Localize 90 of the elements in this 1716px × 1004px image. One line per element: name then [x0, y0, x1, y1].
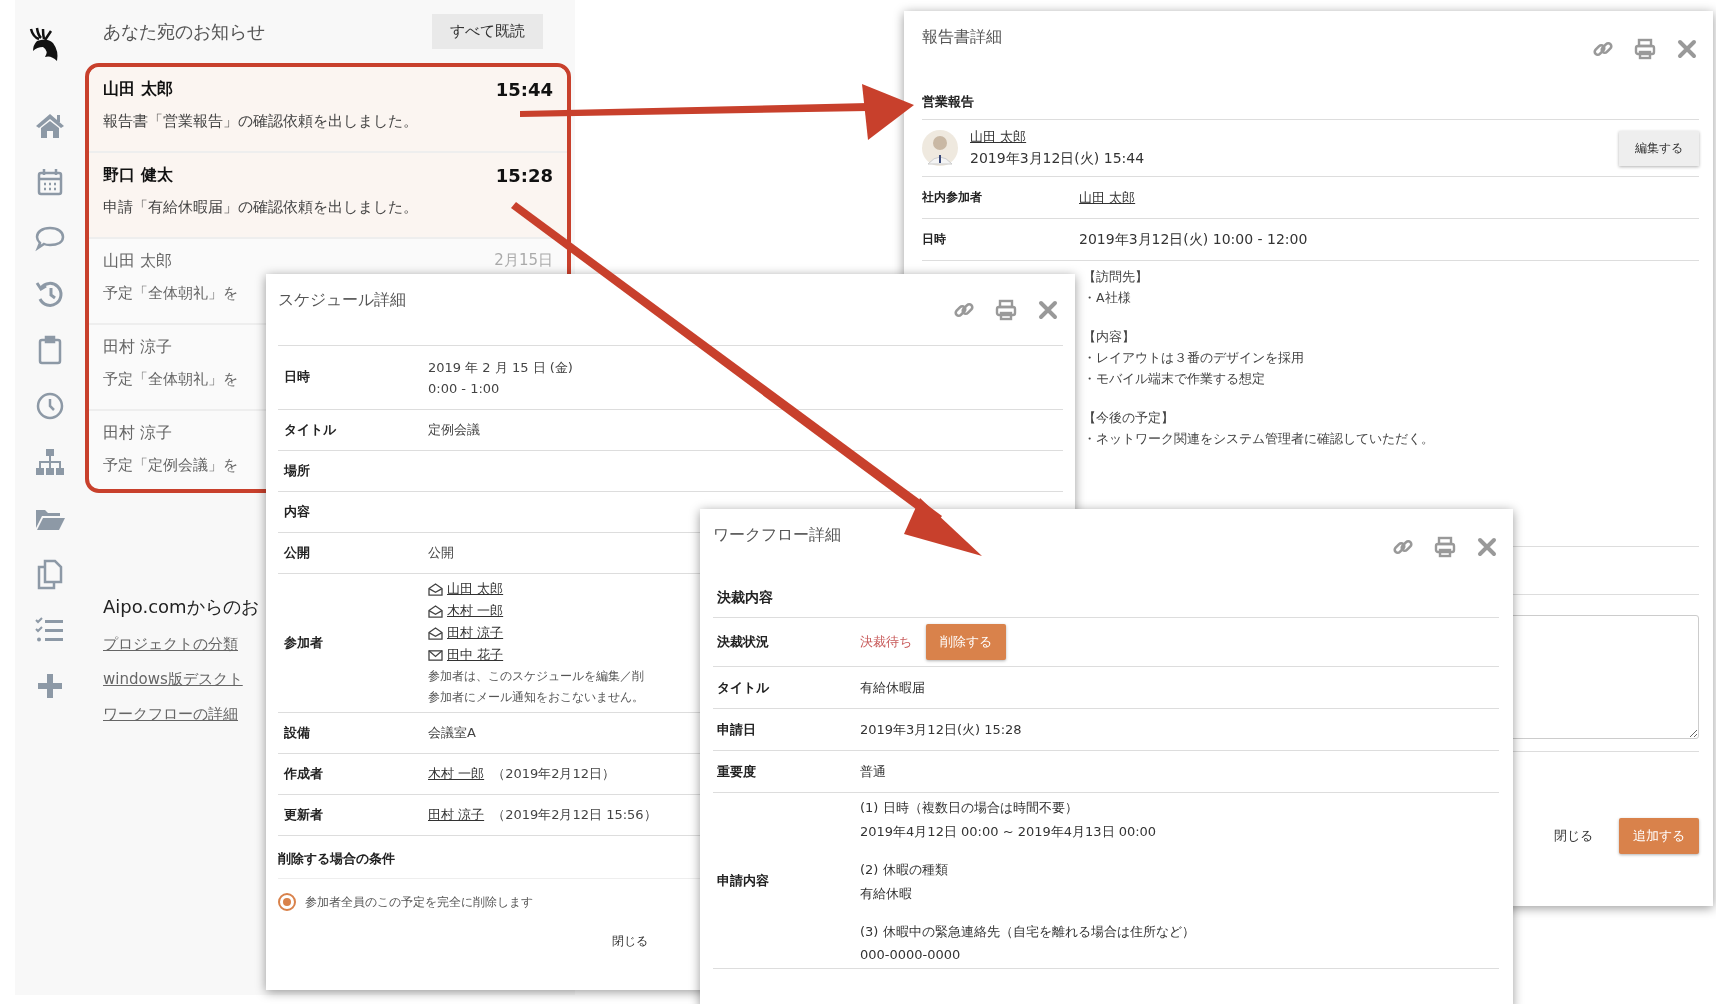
close-icon[interactable]: [1475, 535, 1499, 559]
notification-message: 予定「全体朝礼」を: [103, 370, 238, 389]
participants-note: 参加者にメール通知をおこないません。: [428, 689, 644, 706]
close-icon[interactable]: [1036, 298, 1060, 322]
field-label: 社内参加者: [922, 189, 983, 206]
print-icon[interactable]: [1433, 535, 1457, 559]
report-text-line: ・A社様: [1083, 290, 1132, 307]
notifications-title: あなた宛のお知らせ: [103, 19, 265, 44]
option-label: 参加者全員のこの予定を完全に削除します: [305, 893, 533, 911]
field-value: 会議室A: [428, 724, 476, 742]
close-icon[interactable]: [1675, 37, 1699, 61]
participant-link[interactable]: 山田 太郎: [447, 580, 504, 598]
field-value: 2019年3月12日(火) 10:00 - 12:00: [1079, 230, 1308, 249]
report-datetime: 2019年3月12日(火) 15:44: [970, 150, 1145, 168]
report-text-line: 【今後の予定】: [1083, 410, 1175, 427]
notification-message: 報告書「営業報告」の確認依頼を出しました。: [103, 112, 418, 131]
notification-message: 予定「全体朝礼」を: [103, 284, 238, 303]
field-label: 内容: [284, 503, 311, 521]
field-value: 2019 年 2 月 15 日 (金): [428, 359, 573, 377]
notification-message: 予定「定例会議」を: [103, 456, 238, 475]
report-text-line: 【訪問先】: [1083, 269, 1149, 286]
print-icon[interactable]: [1633, 37, 1657, 61]
close-button[interactable]: 閉じる: [608, 925, 652, 958]
participants-note: 参加者は、このスケジュールを編集／削: [428, 668, 644, 685]
news-link[interactable]: プロジェクトの分類: [103, 635, 238, 654]
notification-item[interactable]: 野口 健太 15:28 申請「有給休暇届」の確認依頼を出しました。: [89, 153, 567, 239]
participant-link[interactable]: 山田 太郎: [1079, 188, 1136, 207]
notification-time: 2月15日: [494, 251, 553, 271]
notification-message: 申請「有給休暇届」の確認依頼を出しました。: [103, 198, 418, 217]
field-value: (2) 休暇の種類: [860, 861, 949, 879]
window-title: スケジュール詳細: [278, 290, 406, 311]
sender-name: 田村 涼子: [103, 337, 173, 358]
news-link[interactable]: ワークフローの詳細: [103, 705, 238, 724]
field-label: タイトル: [284, 421, 337, 439]
field-value: 有給休暇: [860, 885, 913, 903]
field-label: 作成者: [284, 765, 324, 783]
report-subject: 営業報告: [922, 69, 1699, 120]
radio-button[interactable]: [278, 893, 296, 911]
participant-link[interactable]: 木村 一郎: [447, 602, 504, 620]
date-note: （2019年2月12日）: [492, 765, 616, 783]
date-note: （2019年2月12日 15:56）: [492, 806, 657, 824]
print-icon[interactable]: [994, 298, 1018, 322]
field-value: (1) 日時（複数日の場合は時間不要）: [860, 799, 1079, 817]
sender-name: 田村 涼子: [103, 423, 173, 444]
sender-name: 野口 健太: [103, 165, 173, 186]
notification-time: 15:28: [495, 165, 553, 186]
author-link[interactable]: 山田 太郎: [970, 128, 1027, 146]
notification-time: 15:44: [495, 79, 553, 100]
field-value: 定例会議: [428, 421, 480, 439]
close-button[interactable]: 閉じる: [1550, 819, 1597, 853]
mark-all-read-button[interactable]: すべて既読: [432, 14, 543, 49]
field-label: 場所: [284, 462, 311, 480]
field-label: 日時: [922, 231, 947, 248]
sender-name: 山田 太郎: [103, 251, 173, 272]
field-label: 重要度: [717, 762, 757, 781]
approval-status: 決裁待ち: [860, 633, 912, 651]
sender-name: 山田 太郎: [103, 79, 173, 100]
field-label: 日時: [284, 369, 311, 386]
news-title: Aipo.comからのお: [103, 595, 259, 619]
report-text-line: ・モバイル端末で作業する想定: [1083, 371, 1266, 388]
field-value: 公開: [428, 544, 454, 562]
field-label: タイトル: [717, 678, 770, 697]
window-title: 報告書詳細: [922, 27, 1002, 48]
report-text-line: 【内容】: [1083, 329, 1136, 346]
news-link[interactable]: windows版デスクト: [103, 670, 243, 689]
report-text-line: ・レイアウトは３番のデザインを採用: [1083, 350, 1305, 367]
field-value: 普通: [860, 762, 886, 781]
field-label: 参加者: [284, 634, 324, 652]
field-value: 000-0000-0000: [860, 947, 962, 962]
avatar-icon: [922, 130, 958, 166]
field-label: 更新者: [284, 806, 324, 824]
edit-button[interactable]: 編集する: [1619, 130, 1699, 166]
report-text-line: ・ネットワーク関連をシステム管理者に確認していただく。: [1083, 431, 1435, 448]
field-value: 2019年3月12日(火) 15:28: [860, 720, 1022, 739]
person-link[interactable]: 田村 涼子: [428, 806, 485, 824]
field-label: 公開: [284, 544, 311, 562]
participant-link[interactable]: 田村 涼子: [447, 624, 504, 642]
section-title: 決裁内容: [713, 567, 1499, 618]
clock-icon[interactable]: [34, 390, 66, 422]
participant-link[interactable]: 田中 花子: [447, 646, 504, 664]
field-value: 0:00 - 1:00: [428, 381, 501, 396]
notification-item[interactable]: 山田 太郎 15:44 報告書「営業報告」の確認依頼を出しました。: [89, 67, 567, 153]
window-title: ワークフロー詳細: [713, 525, 841, 546]
field-label: 申請日: [717, 720, 757, 739]
field-value: (3) 休暇中の緊急連絡先（自宅を離れる場合は住所など）: [860, 923, 1195, 941]
field-value: 有給休暇届: [860, 678, 925, 697]
sitemap-icon[interactable]: [34, 446, 66, 478]
field-label: 設備: [284, 724, 311, 742]
person-link[interactable]: 木村 一郎: [428, 765, 485, 783]
field-label: 決裁状況: [717, 633, 770, 651]
